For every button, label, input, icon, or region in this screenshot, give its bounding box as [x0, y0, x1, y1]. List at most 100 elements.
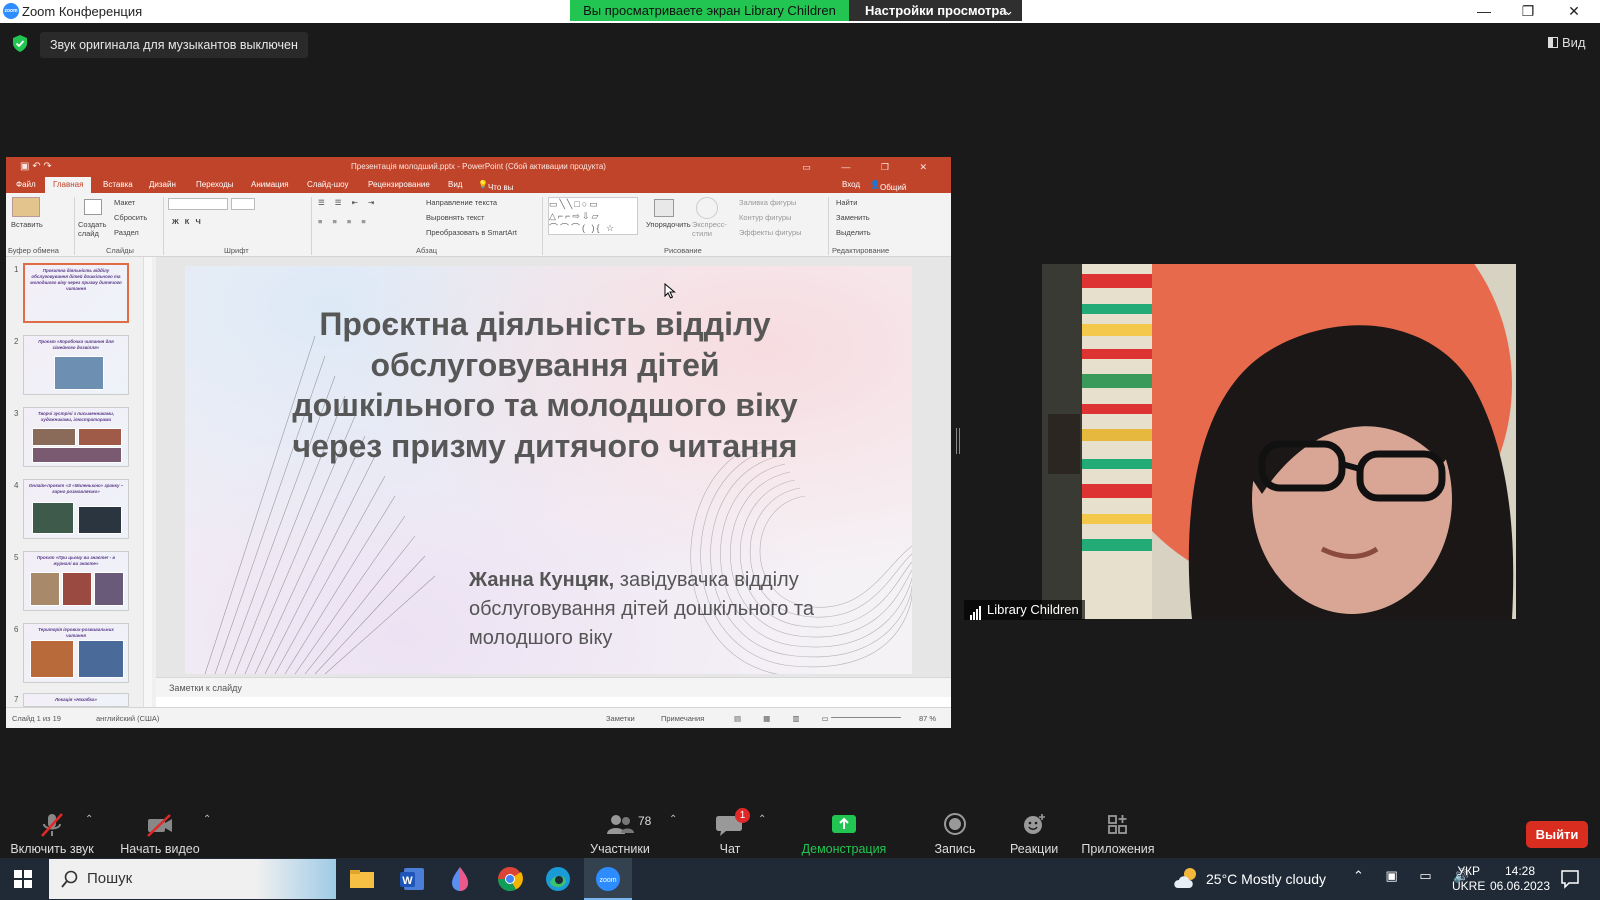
find-button[interactable]: Найти	[836, 198, 857, 207]
paste-icon[interactable]	[12, 197, 40, 217]
shape-effects-button[interactable]: Эффекты фигуры	[739, 228, 802, 237]
thumb-number: 1	[14, 265, 19, 274]
language-indicator[interactable]: английский (США)	[96, 714, 159, 723]
shapes-gallery[interactable]: ▭╲╲□○▭ △⌐⌐⇨⇩▱ ⌒⌒⌒( ){ ☆	[548, 197, 638, 235]
tab-home[interactable]: Главная	[45, 177, 92, 193]
chrome-icon[interactable]	[494, 863, 526, 895]
signin-link[interactable]: Вход	[842, 180, 860, 189]
notification-center-icon[interactable]	[1560, 869, 1580, 889]
chat-caret-icon[interactable]: ⌃	[758, 814, 766, 825]
slide-thumbnail[interactable]: Онлайн-проєкт «З «Маленькою» зранку – га…	[23, 479, 129, 539]
reset-button[interactable]: Сбросить	[114, 213, 147, 222]
clock[interactable]: 14:28 06.06.2023	[1485, 864, 1555, 894]
share-button[interactable]: 👤 Общий доступ	[870, 180, 906, 201]
font-name-input[interactable]	[168, 198, 228, 210]
signal-bars-icon	[970, 600, 982, 620]
participants-button[interactable]: 78 Участники	[588, 812, 652, 856]
tab-animations[interactable]: Анимация	[251, 180, 289, 189]
align-text-button[interactable]: Выровнять текст	[426, 213, 484, 222]
shape-fill-button[interactable]: Заливка фигуры	[739, 198, 796, 207]
thumb-photo	[30, 640, 74, 678]
view-mode-icons[interactable]: ▤ ▦ ▥ ▭	[734, 714, 839, 723]
slide-thumbnail[interactable]: Проєктна діяльність відділу обслуговуван…	[23, 263, 129, 323]
apps-button[interactable]: Приложения	[1080, 812, 1156, 856]
section-button[interactable]: Раздел	[114, 228, 139, 237]
view-button[interactable]: Вид	[1548, 35, 1586, 50]
bullets-icon[interactable]: ☰ ☰ ⇤ ⇥	[318, 198, 378, 207]
slide-thumbnail[interactable]: Проєкт «Коробочка читання для сімейного …	[23, 335, 129, 395]
start-video-button[interactable]: Начать видео	[118, 812, 202, 856]
save-icon[interactable]: ▣ ↶ ↷	[20, 157, 52, 177]
tab-transitions[interactable]: Переходы	[196, 180, 234, 189]
align-icons[interactable]: ≡ ≡ ≡ ≡	[318, 217, 370, 226]
paste-button[interactable]: Вставить	[11, 220, 43, 229]
tell-me-box[interactable]: 💡 Что вы хотите сделать?	[478, 180, 522, 210]
tab-design[interactable]: Дизайн	[149, 180, 176, 189]
thumbs-scrollbar[interactable]	[143, 257, 152, 707]
slide-notes[interactable]: Заметки к слайду	[156, 677, 951, 697]
tab-review[interactable]: Рецензирование	[368, 180, 430, 189]
shield-check-icon[interactable]	[12, 35, 28, 52]
participant-video[interactable]	[1042, 264, 1516, 619]
quick-styles-button[interactable]: Экспресс-стили	[692, 220, 730, 238]
tab-view[interactable]: Вид	[448, 180, 462, 189]
smartart-button[interactable]: Преобразовать в SmartArt	[426, 228, 517, 237]
zoom-taskbar-item[interactable]: zoom	[584, 858, 632, 900]
record-button[interactable]: Запись	[932, 812, 978, 856]
arrange-button[interactable]: Упорядочить	[646, 220, 691, 229]
zoom-level[interactable]: 87 %	[919, 714, 936, 723]
file-explorer-icon[interactable]	[346, 863, 378, 895]
unmute-button[interactable]: Включить звук	[8, 812, 96, 856]
new-slide-icon[interactable]	[84, 199, 102, 215]
input-language[interactable]: УКР UKRE	[1452, 864, 1485, 894]
slide-thumbnail[interactable]: Проєкт «При цьому ви знаєте! - в журналі…	[23, 551, 129, 611]
slide-thumbnail[interactable]: Територія ігрових-розвивальних читання	[23, 623, 129, 683]
slide-thumbnail[interactable]: Локація «Нахабка»	[23, 693, 129, 707]
thumb-photo	[30, 572, 60, 606]
ppt-statusbar: Слайд 1 из 19 английский (США) Заметки П…	[6, 707, 951, 728]
view-options-dropdown[interactable]: Настройки просмотра ⌄	[849, 0, 1022, 21]
layout-button[interactable]: Макет	[114, 198, 135, 207]
thumb-photo	[32, 447, 122, 463]
slide-thumbnail[interactable]: Творчі зустрічі з письменниками, художни…	[23, 407, 129, 467]
tab-slideshow[interactable]: Слайд-шоу	[307, 180, 348, 189]
arrange-icon[interactable]	[654, 199, 674, 217]
split-handle[interactable]	[956, 428, 960, 454]
ppt-ribbon-tabs: Файл Главная Вставка Дизайн Переходы Ани…	[6, 177, 951, 210]
paint-drop-icon[interactable]	[444, 863, 476, 895]
chat-button[interactable]: 1 Чат	[712, 808, 750, 856]
taskbar-search[interactable]: Пошук	[49, 859, 336, 899]
tab-file[interactable]: Файл	[16, 180, 36, 189]
weather-cloudy-icon[interactable]	[1172, 866, 1200, 890]
minimize-button[interactable]: —	[1462, 0, 1506, 23]
replace-button[interactable]: Заменить	[836, 213, 870, 222]
leave-button[interactable]: Выйти	[1526, 821, 1588, 848]
font-size-input[interactable]	[231, 198, 255, 210]
thumb-photo	[78, 506, 122, 534]
slide-title: Проєктна діяльність відділу обслуговуван…	[292, 306, 798, 464]
ppt-window-controls[interactable]: ▭ — ❐ ✕	[802, 157, 941, 177]
close-button[interactable]: ✕	[1552, 0, 1596, 23]
select-button[interactable]: Выделить	[836, 228, 871, 237]
new-slide-button[interactable]: Создать слайд	[78, 220, 110, 238]
tab-insert[interactable]: Вставка	[103, 180, 133, 189]
share-screen-icon	[782, 812, 906, 838]
reactions-button[interactable]: Реакции	[1010, 812, 1058, 856]
audio-options-caret-icon[interactable]: ⌃	[85, 814, 93, 825]
font-format-buttons[interactable]: ЖКЧ	[172, 217, 207, 226]
comments-toggle[interactable]: Примечания	[661, 714, 704, 723]
edge-icon[interactable]	[542, 863, 574, 895]
notes-toggle[interactable]: Заметки	[606, 714, 635, 723]
quick-styles-icon[interactable]	[696, 197, 718, 219]
zoom-slider[interactable]	[831, 717, 901, 718]
word-icon[interactable]: W	[396, 863, 428, 895]
video-options-caret-icon[interactable]: ⌃	[203, 814, 211, 825]
weather-widget[interactable]: 25°C Mostly cloudy	[1206, 858, 1326, 900]
windows-start-icon[interactable]	[14, 870, 32, 888]
search-placeholder: Пошук	[87, 870, 133, 887]
participants-caret-icon[interactable]: ⌃	[669, 814, 677, 825]
text-direction-button[interactable]: Направление текста	[426, 198, 497, 207]
restore-button[interactable]: ❐	[1506, 0, 1550, 23]
thumb-photo	[32, 428, 76, 446]
shape-outline-button[interactable]: Контур фигуры	[739, 213, 791, 222]
